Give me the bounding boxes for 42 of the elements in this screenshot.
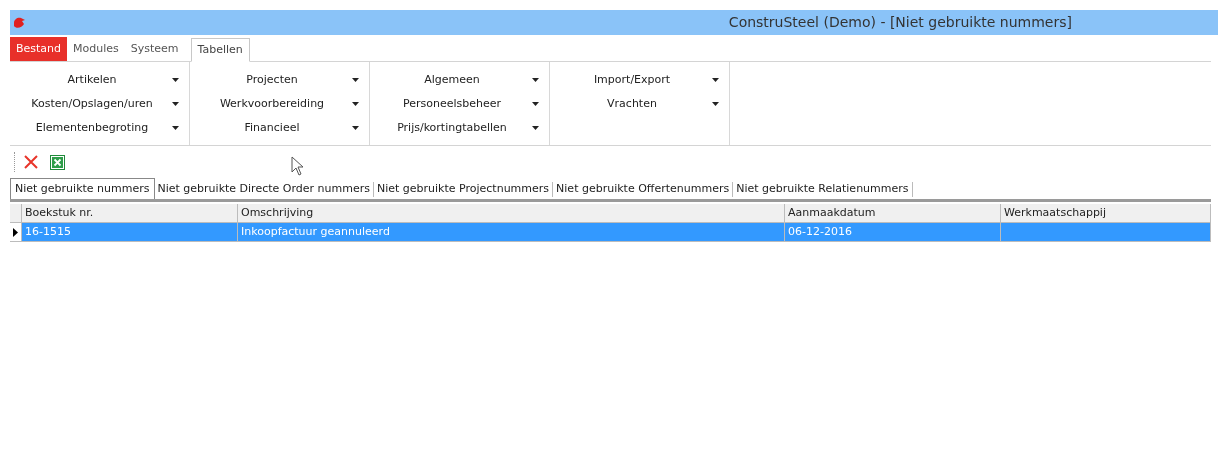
tab[interactable]: Niet gebruikte Projectnummers: [373, 182, 554, 197]
ribbon-dropdown[interactable]: Elementenbegroting: [10, 116, 189, 140]
caret-icon: [352, 102, 359, 106]
ribbon-dropdown[interactable]: Prijs/kortingtabellen: [370, 116, 549, 140]
caret-icon: [532, 78, 539, 82]
ribbon-dropdown[interactable]: Personeelsbeheer: [370, 92, 549, 116]
tab[interactable]: Niet gebruikte Offertenummers: [553, 182, 734, 197]
file-menu-button[interactable]: Bestand: [10, 37, 68, 61]
table-cell-text: 16-1515: [25, 223, 71, 240]
table-cell-text: 06-12-2016: [788, 223, 852, 240]
ribbon-dropdown[interactable]: Import/Export: [550, 68, 729, 92]
window-title: ConstruSteel (Demo) - [Niet gebruikte nummers]: [728, 13, 1072, 32]
column-header[interactable]: Omschrijving: [238, 204, 785, 222]
ribbon-tab[interactable]: Modules: [67, 37, 125, 61]
caret-icon: [352, 126, 359, 130]
caret-icon: [712, 78, 719, 82]
ribbon-tab[interactable]: Tabellen: [190, 38, 250, 62]
caret-icon: [532, 102, 539, 106]
column-header[interactable]: Werkmaatschappij: [1001, 204, 1211, 222]
caret-icon: [172, 102, 179, 106]
ribbon-dropdown[interactable]: Algemeen: [370, 68, 549, 92]
ribbon-dropdown[interactable]: Artikelen: [10, 68, 189, 92]
tab[interactable]: Niet gebruikte Directe Order nummers: [154, 182, 374, 197]
column-header[interactable]: Boekstuk nr.: [22, 204, 238, 222]
mouse-cursor-icon: [291, 156, 304, 176]
ribbon-tab[interactable]: Systeem: [124, 37, 185, 61]
caret-icon: [172, 126, 179, 130]
caret-icon: [352, 78, 359, 82]
caret-icon: [532, 126, 539, 130]
ribbon-dropdown[interactable]: Werkvoorbereiding: [190, 92, 369, 116]
table-cell-text: Inkoopfactuur geannuleerd: [241, 223, 390, 240]
caret-icon: [712, 102, 719, 106]
ribbon-dropdown[interactable]: Kosten/Opslagen/uren: [10, 92, 189, 116]
ribbon-dropdown[interactable]: Projecten: [190, 68, 369, 92]
ribbon-dropdown[interactable]: Financieel: [190, 116, 369, 140]
column-header[interactable]: Aanmaakdatum: [785, 204, 1001, 222]
tab[interactable]: Niet gebruikte Relatienummers: [733, 182, 913, 197]
tab[interactable]: Niet gebruikte nummers: [10, 178, 155, 199]
excel-export-button[interactable]: [47, 152, 67, 172]
ribbon-dropdown[interactable]: Vrachten: [550, 92, 729, 116]
caret-icon: [172, 78, 179, 82]
app-logo-icon: [12, 16, 26, 29]
